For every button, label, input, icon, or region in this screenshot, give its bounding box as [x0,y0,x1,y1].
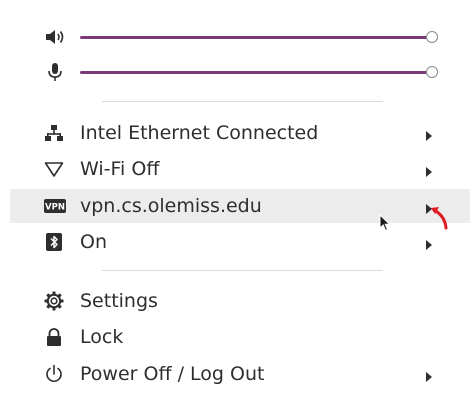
microphone-slider-handle[interactable] [426,66,438,78]
wired-network-icon [44,123,64,143]
speaker-volume-icon[interactable] [44,27,66,47]
menu-item-bluetooth[interactable]: On [10,225,470,259]
separator [102,101,383,102]
menu-item-wired-network[interactable]: Intel Ethernet Connected [10,116,470,150]
menu-item-lock[interactable]: Lock [10,320,470,354]
svg-text:VPN: VPN [45,203,65,213]
volume-slider-handle[interactable] [426,31,438,43]
menu-item-label: Lock [80,326,124,348]
menu-item-vpn[interactable]: VPN vpn.cs.olemiss.edu [10,189,470,223]
wifi-icon [44,159,64,179]
annotation-arrow-icon [428,198,454,232]
menu-item-power[interactable]: Power Off / Log Out [10,357,470,391]
volume-slider[interactable] [80,36,427,39]
lock-icon [44,327,64,347]
power-icon [44,364,64,384]
microphone-icon[interactable] [44,62,66,82]
menu-item-label: On [80,231,107,253]
mouse-cursor-icon [379,213,391,232]
chevron-right-icon [424,127,434,141]
menu-item-label: vpn.cs.olemiss.edu [80,195,262,217]
system-menu: Intel Ethernet Connected Wi-Fi Off VPN v… [0,0,473,402]
chevron-right-icon [424,163,434,177]
vpn-icon: VPN [44,198,66,218]
menu-item-wifi[interactable]: Wi-Fi Off [10,152,470,186]
menu-item-label: Intel Ethernet Connected [80,122,319,144]
separator [102,270,383,271]
menu-item-settings[interactable]: Settings [10,284,470,318]
microphone-slider[interactable] [80,71,427,74]
gear-icon [44,291,64,311]
menu-item-label: Settings [80,290,158,312]
bluetooth-icon [44,232,64,252]
volume-slider-row [0,22,473,52]
menu-item-label: Power Off / Log Out [80,363,265,385]
chevron-right-icon [424,368,434,382]
chevron-right-icon [424,236,434,250]
microphone-slider-row [0,57,473,87]
menu-item-label: Wi-Fi Off [80,158,160,180]
